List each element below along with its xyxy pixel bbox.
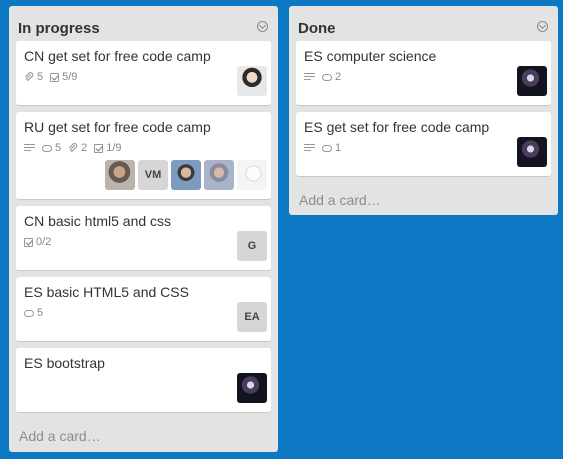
card-badge: 5 <box>24 71 43 83</box>
card-badge: 2 <box>68 142 87 154</box>
card-members <box>517 137 547 167</box>
card-title: RU get set for free code camp <box>24 119 211 135</box>
add-card-link[interactable]: Add a card… <box>299 192 381 208</box>
card[interactable]: CN basic html5 and css 0/2 G <box>16 206 271 271</box>
comment-icon <box>42 144 52 152</box>
member-avatar[interactable]: EA <box>237 302 267 332</box>
card-badge <box>304 72 315 82</box>
member-avatar[interactable] <box>171 160 201 190</box>
card[interactable]: RU get set for free code camp 5 2 1/9 VM <box>16 112 271 200</box>
badge-count: 2 <box>335 71 342 83</box>
member-avatar[interactable]: VM <box>138 160 168 190</box>
card-title: ES basic HTML5 and CSS <box>24 284 189 300</box>
description-icon <box>24 143 35 153</box>
list-done: Done ES computer science 2 ES get set fo… <box>289 6 558 215</box>
list-title[interactable]: In progress <box>18 20 100 37</box>
checklist-icon <box>94 143 104 153</box>
card-badge: 0/2 <box>24 236 51 248</box>
card-badge <box>24 143 35 153</box>
card[interactable]: ES computer science 2 <box>296 41 551 106</box>
member-avatar[interactable] <box>237 66 267 96</box>
card-members <box>237 66 267 96</box>
member-avatar[interactable] <box>237 160 267 190</box>
member-avatar[interactable] <box>517 66 547 96</box>
card-title: ES get set for free code camp <box>304 119 490 135</box>
card-badge: 5/9 <box>50 71 77 83</box>
list-in-progress: In progress CN get set for free code cam… <box>9 6 278 452</box>
attachment-icon <box>24 72 34 82</box>
comment-icon <box>24 309 34 317</box>
badge-count: 5 <box>37 71 44 83</box>
badge-count: 0/2 <box>36 236 52 248</box>
list-menu-icon[interactable] <box>537 21 548 32</box>
card-members: VM <box>105 160 267 190</box>
badge-count: 5 <box>37 307 44 319</box>
badge-count: 5 <box>55 142 62 154</box>
checklist-icon <box>50 72 60 82</box>
list-menu-icon[interactable] <box>257 21 268 32</box>
card-badge: 1/9 <box>94 142 122 154</box>
card-badges: 2 <box>304 71 341 83</box>
card-badge: 5 <box>42 142 61 154</box>
comment-icon <box>322 73 332 81</box>
card[interactable]: ES bootstrap <box>16 348 271 413</box>
card[interactable]: ES basic HTML5 and CSS 5 EA <box>16 277 271 342</box>
card-badges: 5 2 1/9 <box>24 142 122 154</box>
description-icon <box>304 143 315 153</box>
attachment-icon <box>68 143 78 153</box>
badge-count: 1 <box>335 142 342 154</box>
badge-count: 5/9 <box>62 71 78 83</box>
member-avatar[interactable] <box>517 137 547 167</box>
card-badge <box>304 143 315 153</box>
member-avatar[interactable] <box>237 373 267 403</box>
list-title[interactable]: Done <box>298 20 336 37</box>
card-badge: 1 <box>322 142 341 154</box>
member-avatar[interactable] <box>105 160 135 190</box>
card-badges: 1 <box>304 142 341 154</box>
card-badge: 2 <box>322 71 341 83</box>
card-title: CN get set for free code camp <box>24 48 211 64</box>
card-badge: 5 <box>24 307 43 319</box>
card-title: ES bootstrap <box>24 355 105 371</box>
card-title: CN basic html5 and css <box>24 213 172 229</box>
card-members: G <box>237 231 267 261</box>
card-badges: 5 5/9 <box>24 71 77 83</box>
card-members <box>237 373 267 403</box>
card-members <box>517 66 547 96</box>
badge-count: 1/9 <box>106 142 122 154</box>
card-badges: 5 <box>24 307 43 319</box>
badge-count: 2 <box>81 142 88 154</box>
card-badges: 0/2 <box>24 236 51 248</box>
checklist-icon <box>24 237 33 247</box>
add-card-link[interactable]: Add a card… <box>19 428 101 444</box>
member-avatar[interactable] <box>204 160 234 190</box>
member-avatar[interactable]: G <box>237 231 267 261</box>
card[interactable]: ES get set for free code camp 1 <box>296 112 551 177</box>
list-header: Done <box>289 6 558 46</box>
comment-icon <box>322 144 332 152</box>
description-icon <box>304 72 315 82</box>
card[interactable]: CN get set for free code camp 5 5/9 <box>16 41 271 106</box>
list-header: In progress <box>9 6 278 46</box>
card-members: EA <box>237 302 267 332</box>
card-title: ES computer science <box>304 48 437 64</box>
